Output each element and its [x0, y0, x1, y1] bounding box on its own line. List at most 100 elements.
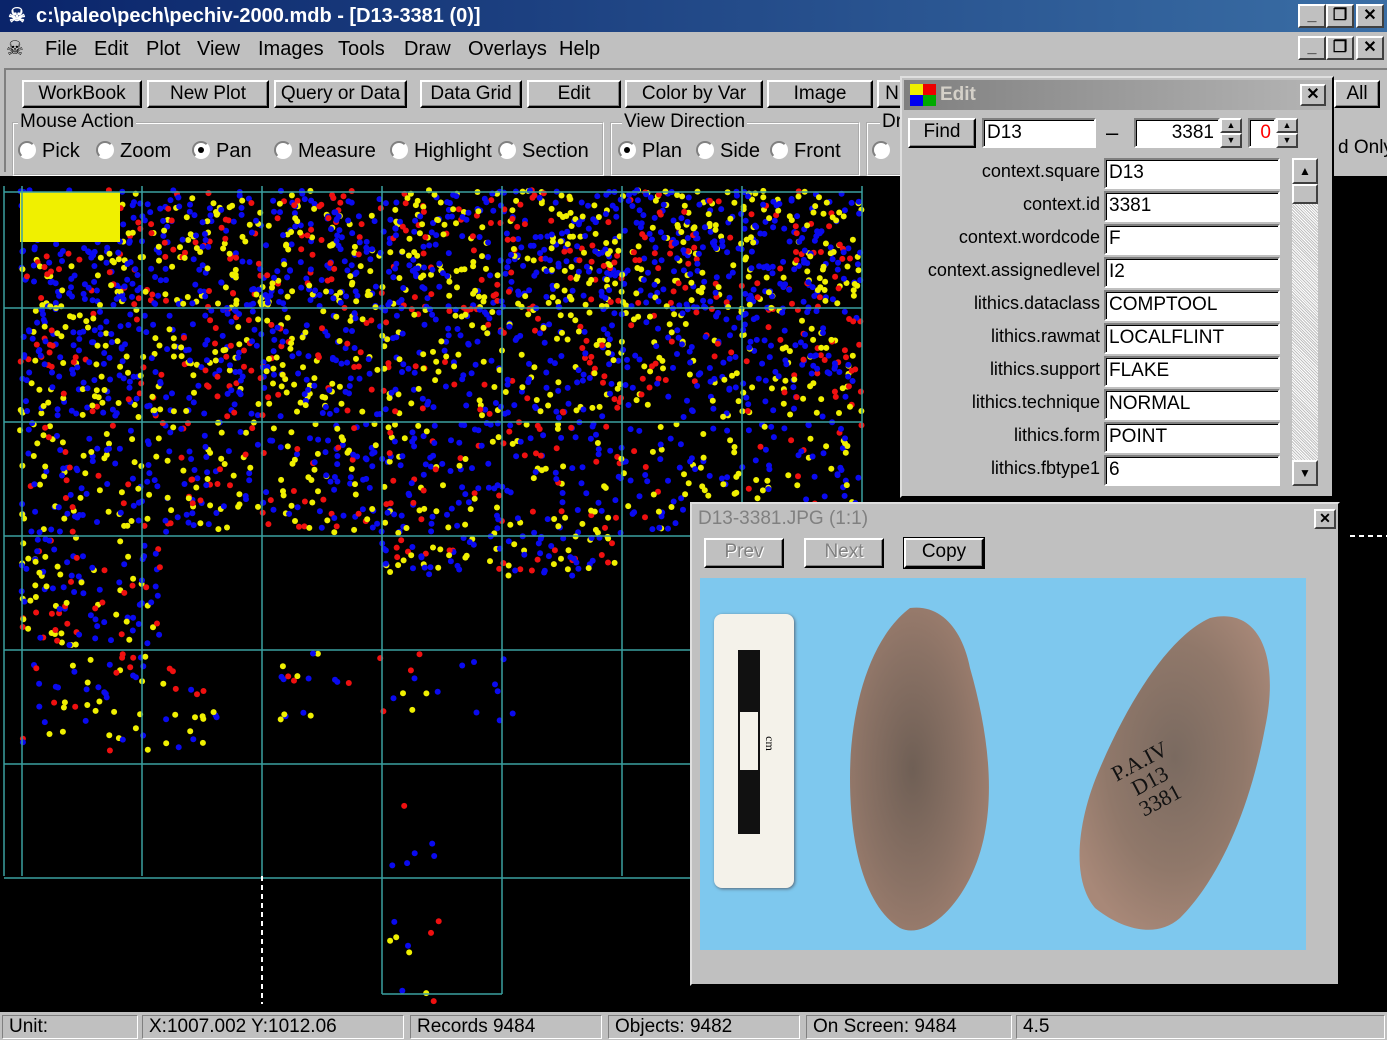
plot-point: [215, 526, 222, 533]
plot-point: [440, 231, 447, 238]
plot-point: [190, 736, 197, 743]
plot-point: [185, 519, 192, 526]
restore-button[interactable]: ❐: [1326, 4, 1354, 28]
plot-point: [91, 263, 98, 269]
spin-up-icon[interactable]: ▲: [1220, 118, 1242, 133]
plot-point: [344, 267, 351, 274]
scroll-up-icon[interactable]: ▲: [1292, 158, 1318, 184]
new-plot-button[interactable]: New Plot: [147, 80, 269, 108]
spin-up-icon[interactable]: ▲: [1276, 118, 1298, 133]
menu-help[interactable]: Help: [559, 32, 600, 66]
scroll-thumb[interactable]: [1292, 184, 1318, 204]
edit-close-button[interactable]: ✕: [1300, 84, 1326, 106]
field-value-input[interactable]: D13: [1104, 158, 1280, 189]
close-button[interactable]: ✕: [1356, 4, 1384, 28]
plot-point: [40, 403, 47, 409]
field-value-input[interactable]: POINT: [1104, 422, 1280, 453]
plot-point: [465, 209, 472, 216]
plot-point: [105, 508, 112, 515]
plot-point: [70, 359, 77, 366]
plot-point: [97, 308, 103, 315]
menu-file[interactable]: File: [45, 32, 77, 66]
plot-point: [641, 363, 648, 370]
radio-measure[interactable]: Measure: [274, 140, 376, 162]
menu-overlays[interactable]: Overlays: [468, 32, 547, 66]
plot-point: [255, 503, 261, 510]
image-button[interactable]: Image: [767, 80, 873, 108]
field-value-input[interactable]: I2: [1104, 257, 1280, 288]
plot-point: [301, 498, 308, 505]
plot-point: [115, 400, 122, 406]
plot-point: [143, 584, 150, 591]
plot-point: [401, 802, 408, 809]
plot-point: [214, 481, 221, 487]
plot-point: [243, 496, 249, 503]
plot-point: [602, 295, 609, 301]
radio-side[interactable]: Side: [696, 140, 760, 162]
plot-point: [176, 203, 183, 210]
edit-scrollbar[interactable]: ▲ ▼: [1292, 158, 1318, 486]
plot-point: [291, 202, 298, 209]
data-grid-button[interactable]: Data Grid: [420, 80, 522, 108]
minimize-button[interactable]: _: [1298, 4, 1326, 28]
find-sub-spinner[interactable]: ▲ ▼: [1276, 118, 1298, 148]
menu-plot[interactable]: Plot: [146, 32, 180, 66]
menu-edit[interactable]: Edit: [94, 32, 128, 66]
plot-point: [445, 325, 452, 332]
field-value-input[interactable]: COMPTOOL: [1104, 290, 1280, 321]
plot-point: [37, 352, 44, 359]
plot-point: [71, 272, 78, 279]
find-id-input[interactable]: 3381: [1134, 118, 1220, 148]
copy-button[interactable]: Copy: [903, 537, 985, 569]
plot-point: [677, 441, 684, 448]
plot-point: [41, 719, 48, 726]
mdi-close-button[interactable]: ✕: [1356, 36, 1384, 60]
plot-point: [605, 559, 611, 566]
plot-point: [607, 390, 613, 397]
plot-point: [264, 317, 271, 324]
find-id-spinner[interactable]: ▲ ▼: [1220, 118, 1242, 148]
find-square-input[interactable]: D13: [982, 118, 1096, 148]
plot-point: [279, 371, 286, 378]
prev-button[interactable]: Prev: [704, 538, 784, 568]
menu-draw[interactable]: Draw: [404, 32, 451, 66]
field-value-input[interactable]: F: [1104, 224, 1280, 255]
menu-tools[interactable]: Tools: [338, 32, 385, 66]
radio-plan[interactable]: Plan: [618, 140, 682, 162]
radio-dr[interactable]: [872, 140, 896, 162]
plot-point: [92, 605, 99, 612]
field-value-input[interactable]: NORMAL: [1104, 389, 1280, 420]
plot-point: [475, 208, 482, 215]
radio-zoom[interactable]: Zoom: [96, 140, 171, 162]
plot-point: [457, 332, 464, 339]
field-value-input[interactable]: LOCALFLINT: [1104, 323, 1280, 354]
find-sub-input[interactable]: 0: [1248, 118, 1276, 148]
workbook-button[interactable]: WorkBook: [22, 80, 142, 108]
image-close-button[interactable]: ✕: [1314, 509, 1336, 529]
radio-section[interactable]: Section: [498, 140, 589, 162]
mdi-minimize-button[interactable]: _: [1298, 36, 1326, 60]
radio-front[interactable]: Front: [770, 140, 841, 162]
query-or-data-button[interactable]: Query or Data: [274, 80, 407, 108]
mdi-restore-button[interactable]: ❐: [1326, 36, 1354, 60]
edit-button[interactable]: Edit: [527, 80, 621, 108]
spin-down-icon[interactable]: ▼: [1220, 133, 1242, 148]
next-button[interactable]: Next: [804, 538, 884, 568]
spin-down-icon[interactable]: ▼: [1276, 133, 1298, 148]
all-button[interactable]: All: [1334, 80, 1380, 108]
radio-highlight[interactable]: Highlight: [390, 140, 492, 162]
menu-images[interactable]: Images: [258, 32, 324, 66]
field-value-input[interactable]: 6: [1104, 455, 1280, 486]
scroll-down-icon[interactable]: ▼: [1292, 460, 1318, 486]
plot-point: [392, 408, 399, 415]
color-by-var-button[interactable]: Color by Var: [625, 80, 763, 108]
field-value-input[interactable]: 3381: [1104, 191, 1280, 222]
menu-view[interactable]: View: [197, 32, 240, 66]
find-button[interactable]: Find: [908, 118, 976, 148]
radio-pan[interactable]: Pan: [192, 140, 252, 162]
doc-skull-icon[interactable]: ☠: [6, 32, 24, 66]
plot-point: [202, 312, 209, 319]
plot-point: [517, 566, 524, 573]
field-value-input[interactable]: FLAKE: [1104, 356, 1280, 387]
radio-pick[interactable]: Pick: [18, 140, 80, 162]
